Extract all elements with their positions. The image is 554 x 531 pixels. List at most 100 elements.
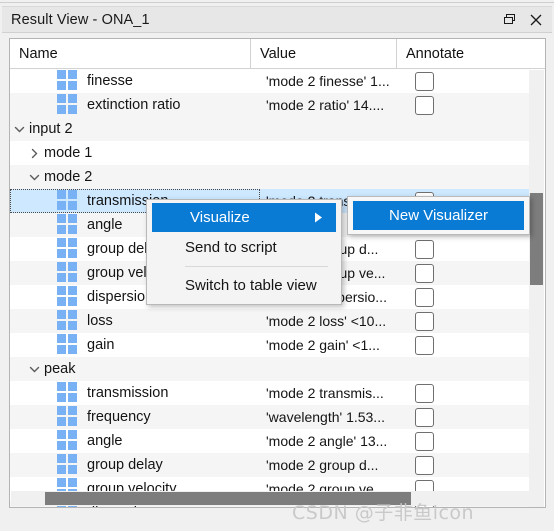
annotate-checkbox[interactable]	[415, 455, 434, 475]
menu-item-send-to-script[interactable]: Send to script	[147, 232, 341, 263]
row-name-cell[interactable]: loss	[10, 309, 260, 333]
row-label: peak	[44, 361, 76, 377]
row-annotate-cell[interactable]	[406, 309, 531, 333]
row-annotate-cell[interactable]	[406, 429, 531, 453]
table-row[interactable]: finesse 'mode 2 finesse' 1...	[10, 69, 531, 93]
table-row[interactable]: input 2	[10, 117, 531, 141]
indent-spacer	[10, 285, 57, 309]
table-row[interactable]: peak	[10, 357, 531, 381]
row-name-cell[interactable]: finesse	[10, 69, 260, 93]
menu-item-new-visualizer-label: New Visualizer	[389, 207, 488, 224]
indent-spacer	[10, 429, 57, 453]
indent-spacer	[10, 237, 57, 261]
table-row[interactable]: extinction ratio 'mode 2 ratio' 14....	[10, 93, 531, 117]
row-annotate-cell[interactable]	[406, 69, 531, 93]
row-annotate-cell[interactable]	[406, 261, 531, 285]
visualize-submenu[interactable]: New Visualizer	[347, 196, 530, 235]
annotate-checkbox[interactable]	[415, 263, 434, 283]
table-row[interactable]: angle 'mode 2 angle' 13...	[10, 429, 531, 453]
row-name-cell[interactable]: angle	[10, 429, 260, 453]
close-icon	[530, 14, 542, 25]
matrix-icon	[57, 93, 78, 117]
chevron-right-icon[interactable]	[27, 141, 42, 165]
row-name-cell[interactable]: mode 1	[10, 141, 260, 165]
row-label: gain	[87, 337, 115, 353]
matrix-icon	[57, 429, 78, 453]
row-value-cell: 'mode 2 gain' <1...	[266, 337, 380, 353]
column-header-filler	[531, 39, 545, 69]
menu-item-new-visualizer[interactable]: New Visualizer	[353, 201, 524, 230]
column-header-value[interactable]: Value	[251, 39, 397, 69]
row-name-cell[interactable]: transmission	[10, 381, 260, 405]
annotate-checkbox[interactable]	[415, 383, 434, 403]
scrollbar-corner	[529, 491, 544, 506]
annotate-checkbox[interactable]	[415, 407, 434, 427]
chevron-down-icon[interactable]	[27, 357, 42, 381]
row-annotate-cell[interactable]	[406, 93, 531, 117]
row-annotate-cell[interactable]	[406, 405, 531, 429]
row-value-cell: 'mode 2 ratio' 14....	[266, 97, 385, 113]
table-row[interactable]: frequency 'wavelength' 1.53...	[10, 405, 531, 429]
annotate-checkbox[interactable]	[415, 95, 434, 115]
table-row[interactable]: group delay 'mode 2 group d...	[10, 453, 531, 477]
menu-item-send-to-script-label: Send to script	[185, 239, 277, 256]
table-row[interactable]: mode 1	[10, 141, 531, 165]
indent-spacer	[10, 453, 57, 477]
row-annotate-cell[interactable]	[406, 381, 531, 405]
indent-spacer	[10, 93, 57, 117]
indent-spacer	[10, 405, 57, 429]
row-label: angle	[87, 433, 123, 449]
row-annotate-cell[interactable]	[406, 237, 531, 261]
annotate-checkbox[interactable]	[415, 287, 434, 307]
window-title: Result View - ONA_1	[11, 11, 150, 28]
indent-spacer	[10, 381, 57, 405]
row-annotate-cell[interactable]	[406, 333, 531, 357]
context-menu[interactable]: Visualize Send to script Switch to table…	[146, 199, 342, 305]
column-header-annotate[interactable]: Annotate	[397, 39, 531, 69]
chevron-down-icon[interactable]	[27, 165, 42, 189]
row-value-cell: 'mode 2 group d...	[266, 457, 379, 473]
row-name-cell[interactable]: peak	[10, 357, 260, 381]
row-name-cell[interactable]: input 2	[10, 117, 260, 141]
annotate-checkbox[interactable]	[415, 431, 434, 451]
restore-window-button[interactable]	[496, 6, 522, 33]
row-name-cell[interactable]: mode 2	[10, 165, 260, 189]
row-name-cell[interactable]: gain	[10, 333, 260, 357]
chevron-down-icon[interactable]	[12, 117, 27, 141]
annotate-checkbox[interactable]	[415, 335, 434, 355]
indent-spacer	[10, 261, 57, 285]
row-annotate-cell[interactable]	[406, 165, 531, 189]
annotate-checkbox[interactable]	[415, 239, 434, 259]
close-button[interactable]	[522, 6, 550, 33]
menu-separator	[185, 266, 328, 267]
horizontal-scrollbar[interactable]	[11, 491, 531, 506]
row-value-cell: 'mode 2 transmis...	[266, 385, 384, 401]
column-header-name[interactable]: Name	[10, 39, 251, 69]
row-name-cell[interactable]: group delay	[10, 453, 260, 477]
row-name-cell[interactable]: extinction ratio	[10, 93, 260, 117]
row-label: frequency	[87, 409, 151, 425]
indent-spacer	[10, 189, 57, 213]
row-annotate-cell[interactable]	[406, 117, 531, 141]
menu-item-switch-to-table-view[interactable]: Switch to table view	[147, 270, 341, 301]
row-annotate-cell[interactable]	[406, 453, 531, 477]
menu-item-visualize[interactable]: Visualize	[152, 203, 336, 232]
vertical-scrollbar-thumb[interactable]	[530, 193, 543, 285]
row-value-cell: 'wavelength' 1.53...	[266, 409, 385, 425]
vertical-scrollbar[interactable]	[529, 70, 544, 507]
row-annotate-cell[interactable]	[406, 357, 531, 381]
row-annotate-cell[interactable]	[406, 141, 531, 165]
row-name-cell[interactable]: frequency	[10, 405, 260, 429]
annotate-checkbox[interactable]	[415, 311, 434, 331]
matrix-icon	[57, 453, 78, 477]
result-view-window: Result View - ONA_1 Name Value Annotate	[0, 0, 554, 531]
indent-spacer	[10, 69, 57, 93]
annotate-checkbox[interactable]	[415, 71, 434, 91]
table-row[interactable]: loss 'mode 2 loss' <10...	[10, 309, 531, 333]
indent-spacer	[10, 141, 27, 165]
horizontal-scrollbar-thumb[interactable]	[45, 492, 411, 505]
table-row[interactable]: transmission 'mode 2 transmis...	[10, 381, 531, 405]
row-annotate-cell[interactable]	[406, 285, 531, 309]
table-row[interactable]: gain 'mode 2 gain' <1...	[10, 333, 531, 357]
table-row[interactable]: mode 2	[10, 165, 531, 189]
